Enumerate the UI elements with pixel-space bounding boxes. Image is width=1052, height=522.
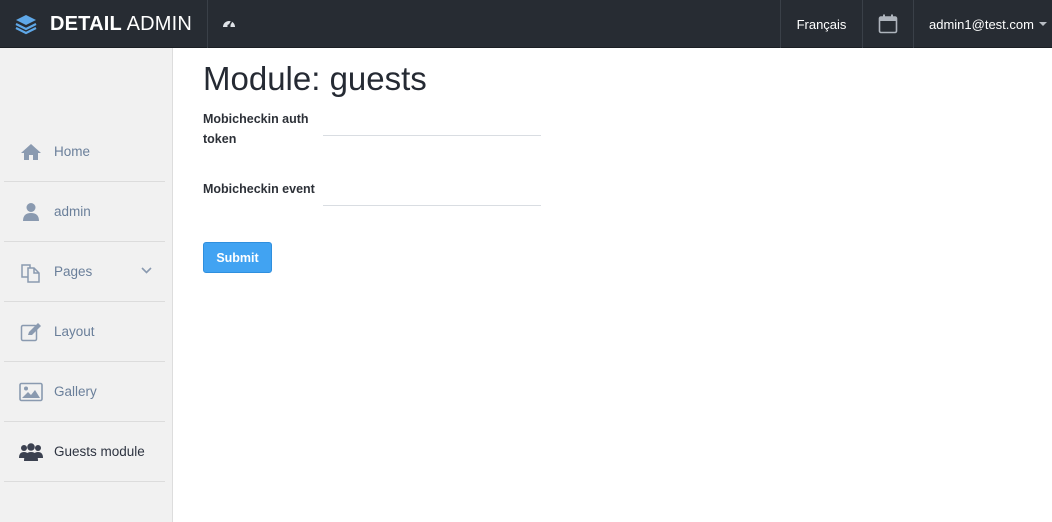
pages-icon: [19, 261, 43, 283]
sidebar-item-label: Layout: [54, 324, 95, 339]
event-label: Mobicheckin event: [203, 182, 315, 196]
sidebar-item-label: Pages: [54, 264, 93, 279]
user-icon: [19, 201, 43, 223]
sidebar: Home admin Pages Layout Gallery Guests m…: [0, 48, 173, 522]
sidebar-item-guests-module[interactable]: Guests module: [4, 422, 165, 482]
sidebar-nav: Home admin Pages Layout Gallery Guests m…: [4, 122, 165, 482]
home-icon: [19, 141, 43, 163]
language-switch[interactable]: Français: [780, 0, 862, 48]
layers-icon: [15, 15, 37, 35]
top-navbar: DETAIL ADMIN Français admin1@test.com: [0, 0, 1052, 48]
sidebar-item-admin[interactable]: admin: [4, 182, 165, 242]
sidebar-item-gallery[interactable]: Gallery: [4, 362, 165, 422]
calendar-button[interactable]: [862, 0, 913, 48]
user-email: admin1@test.com: [929, 16, 1034, 32]
edit-icon: [19, 321, 43, 343]
sidebar-item-label: admin: [54, 204, 91, 219]
calendar-icon: [878, 14, 898, 34]
dashboard-icon[interactable]: [222, 17, 236, 31]
sidebar-item-label: Gallery: [54, 384, 97, 399]
brand-logo[interactable]: DETAIL ADMIN: [0, 0, 208, 48]
auth-token-label: Mobicheckin auth token: [203, 112, 309, 146]
chevron-down-icon: [141, 267, 152, 274]
sidebar-item-pages[interactable]: Pages: [4, 242, 165, 302]
page-title: Module: guests: [203, 60, 427, 97]
language-label: Français: [796, 16, 847, 32]
auth-token-input[interactable]: [323, 112, 541, 136]
users-icon: [19, 441, 43, 463]
brand-name: DETAIL ADMIN: [50, 12, 193, 35]
sidebar-item-home[interactable]: Home: [4, 122, 165, 182]
sidebar-item-layout[interactable]: Layout: [4, 302, 165, 362]
sidebar-item-label: Home: [54, 144, 91, 159]
user-menu[interactable]: admin1@test.com: [913, 0, 1052, 48]
submit-button[interactable]: Submit: [203, 242, 272, 273]
event-input[interactable]: [323, 182, 541, 206]
sidebar-item-label: Guests module: [54, 444, 145, 459]
image-icon: [19, 381, 43, 403]
caret-down-icon: [1038, 22, 1047, 26]
